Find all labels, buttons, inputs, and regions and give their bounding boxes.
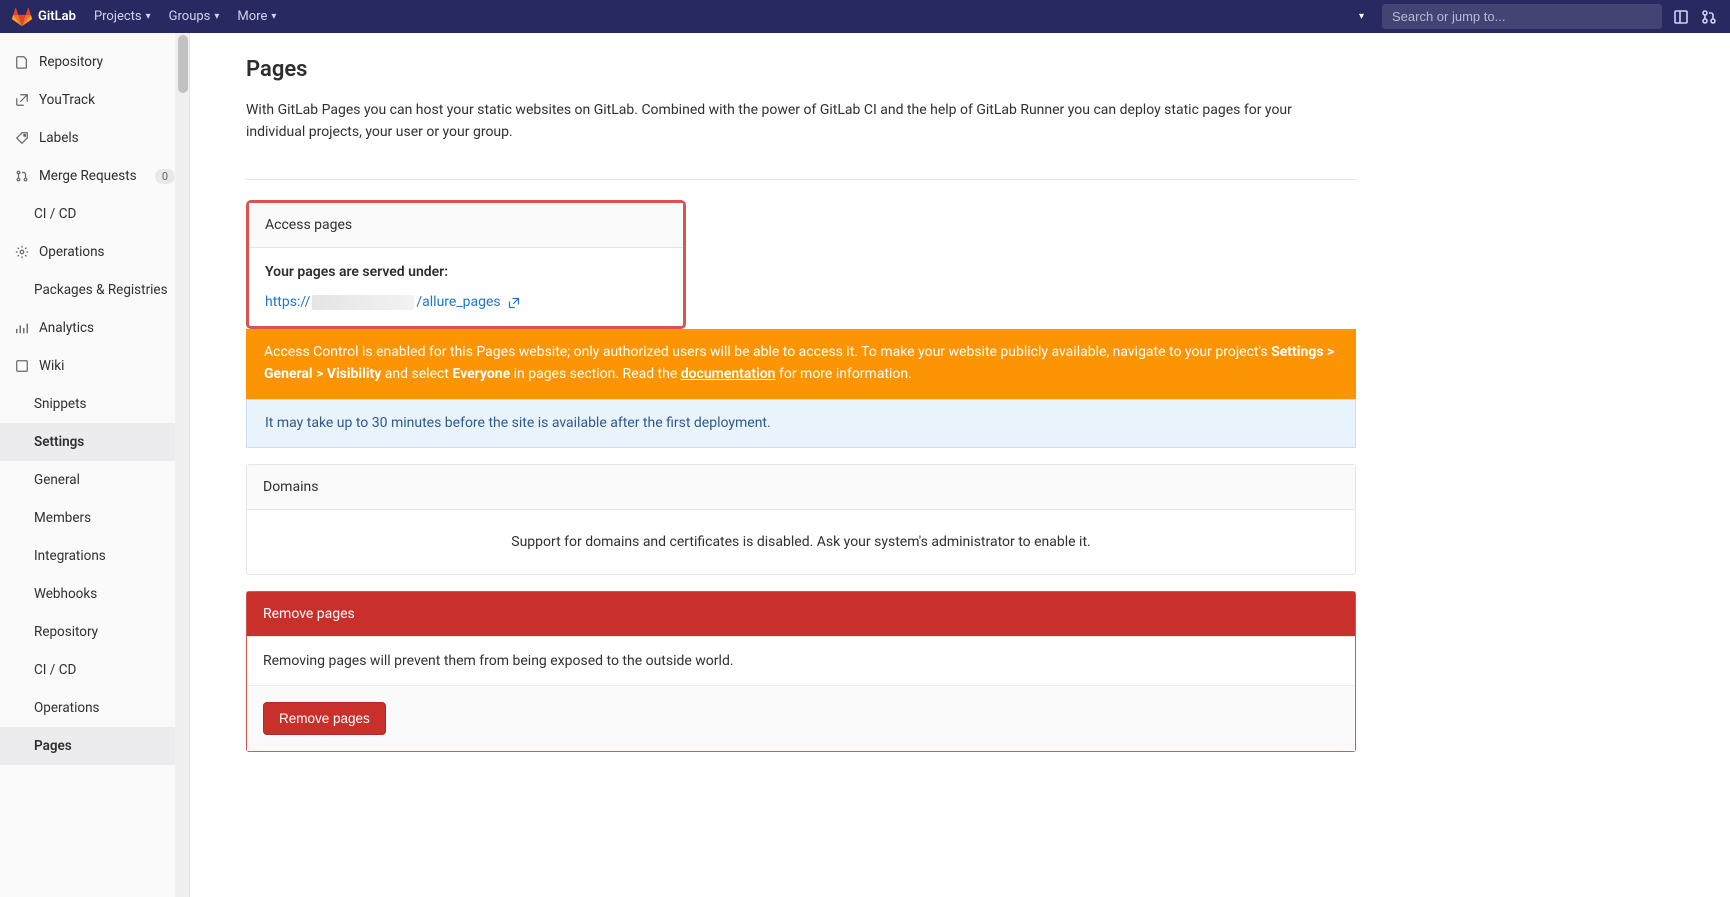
chevron-down-icon: ▾ [146,11,151,22]
file-icon [14,55,29,70]
gear-icon [14,245,29,260]
pages-url-link[interactable]: https:///allure_pages [265,294,520,310]
merge-requests-badge: 0 [155,169,175,184]
sidebar-item-settings-operations[interactable]: Operations [0,689,189,727]
access-control-alert: Access Control is enabled for this Pages… [246,329,1356,398]
sidebar-item-integrations[interactable]: Integrations [0,537,189,575]
merge-request-icon[interactable] [1700,8,1718,26]
sidebar-item-labels[interactable]: Labels [0,119,189,157]
remove-pages-header: Remove pages [247,592,1355,637]
nav-groups[interactable]: Groups▾ [169,9,220,24]
sidebar-item-general[interactable]: General [0,461,189,499]
sidebar-item-truncated[interactable] [0,33,189,43]
domains-disabled-message: Support for domains and certificates is … [247,510,1355,574]
remove-pages-body: Removing pages will prevent them from be… [247,637,1355,686]
external-link-icon [14,93,29,108]
documentation-link[interactable]: documentation [681,366,776,382]
access-pages-card: Access pages Your pages are served under… [246,200,686,329]
sidebar-item-packages[interactable]: Packages & Registries [0,271,189,309]
merge-request-icon [14,169,29,184]
page-description: With GitLab Pages you can host your stat… [246,100,1346,143]
book-icon [14,359,29,374]
sidebar-item-pages[interactable]: Pages [0,727,189,765]
sidebar-item-youtrack[interactable]: YouTrack [0,81,189,119]
analytics-icon [14,321,29,336]
page-title: Pages [246,57,1356,82]
deployment-info-alert: It may take up to 30 minutes before the … [246,399,1356,449]
sidebar-item-wiki[interactable]: Wiki [0,347,189,385]
sidebar-item-analytics[interactable]: Analytics [0,309,189,347]
remove-pages-card: Remove pages Removing pages will prevent… [246,591,1356,752]
gitlab-logo[interactable]: GitLab [12,7,76,27]
chevron-down-icon: ▾ [271,11,276,22]
sidebar-item-snippets[interactable]: Snippets [0,385,189,423]
domains-card: Domains Support for domains and certific… [246,464,1356,575]
access-pages-header: Access pages [249,203,683,248]
external-link-icon [508,297,520,309]
sidebar-item-settings[interactable]: Settings [0,423,189,461]
content-area: Pages With GitLab Pages you can host you… [190,33,1730,897]
sidebar-item-members[interactable]: Members [0,499,189,537]
brand-label: GitLab [38,9,76,24]
gitlab-icon [12,7,32,27]
search-input[interactable] [1382,4,1662,29]
sidebar-item-cicd[interactable]: CI / CD [0,195,189,233]
sidebar-item-webhooks[interactable]: Webhooks [0,575,189,613]
remove-pages-button[interactable]: Remove pages [263,702,386,735]
redacted-host [312,295,414,310]
sidebar-item-settings-cicd[interactable]: CI / CD [0,651,189,689]
chevron-down-icon[interactable]: ▾ [1359,11,1364,22]
sidebar-item-settings-repository[interactable]: Repository [0,613,189,651]
served-under-label: Your pages are served under: [265,264,667,280]
new-window-icon[interactable] [1672,8,1690,26]
domains-header: Domains [247,465,1355,510]
nav-more[interactable]: More▾ [237,9,276,24]
separator [246,179,1356,180]
chevron-down-icon: ▾ [214,11,219,22]
topbar: GitLab Projects▾ Groups▾ More▾ ▾ [0,0,1730,33]
sidebar-item-merge-requests[interactable]: Merge Requests 0 [0,157,189,195]
sidebar: Repository YouTrack Labels Merge Request… [0,33,190,897]
sidebar-item-operations[interactable]: Operations [0,233,189,271]
nav-projects[interactable]: Projects▾ [94,9,151,24]
sidebar-item-repository[interactable]: Repository [0,43,189,81]
tag-icon [14,131,29,146]
sidebar-scrollbar[interactable] [175,33,189,897]
